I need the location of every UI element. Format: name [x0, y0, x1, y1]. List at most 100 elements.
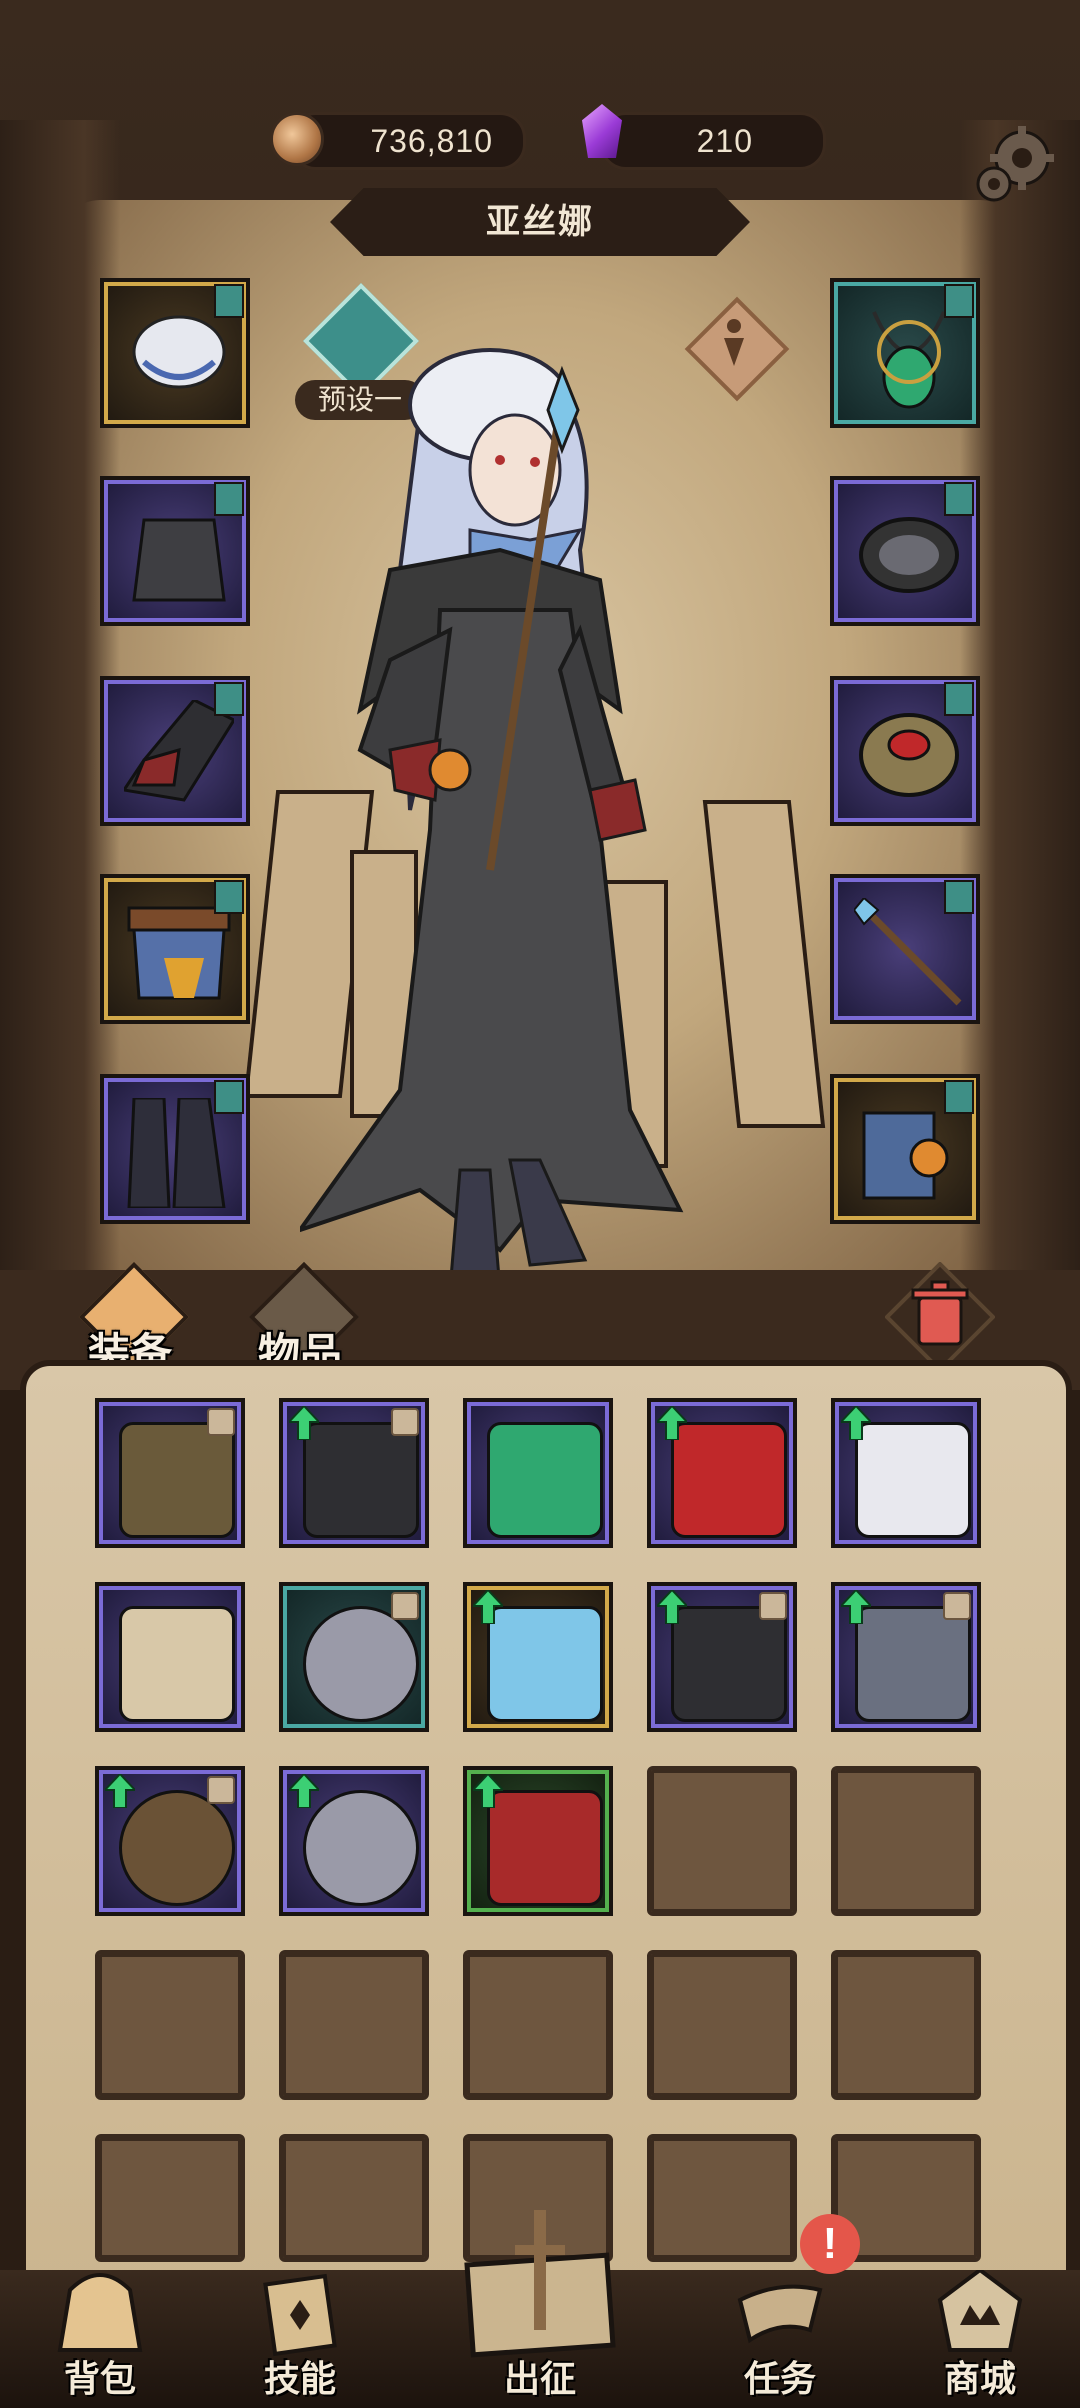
equipped-marker [214, 284, 244, 318]
staff-icon [854, 898, 962, 1006]
equipped-marker [944, 682, 974, 716]
upgrade-arrow-icon [289, 1774, 319, 1808]
nav-skills-label: 技能 [263, 2358, 336, 2399]
horn-icon [737, 2284, 823, 2344]
ruby-ring-icon [859, 713, 959, 797]
gem-amount: 210 [696, 123, 753, 159]
cloak-icon [132, 518, 226, 602]
character-name-banner[interactable]: 亚丝娜 [330, 188, 750, 256]
star-ring-icon [303, 1790, 419, 1906]
nav-expedition[interactable]: 出征 [430, 2200, 650, 2408]
inventory-empty-slot[interactable] [279, 1950, 429, 2100]
inventory-empty-slot[interactable] [647, 1766, 797, 1916]
lock-icon [207, 1776, 235, 1804]
nav-bag[interactable]: 背包 [20, 2270, 180, 2408]
ruby-necklace-icon [671, 1422, 787, 1538]
inventory-item[interactable] [463, 1582, 613, 1732]
nav-shop-label: 商城 [943, 2358, 1016, 2399]
inventory-item[interactable] [279, 1398, 429, 1548]
equipped-marker [944, 482, 974, 516]
lock-icon [391, 1408, 419, 1436]
equipped-marker [214, 1080, 244, 1114]
staff-icon [487, 1606, 603, 1722]
equip-slot-gloves[interactable] [100, 676, 250, 826]
tome-icon [119, 1422, 235, 1538]
character-portrait [300, 348, 684, 1292]
emerald-necklace-icon [872, 311, 946, 409]
equip-slot-ring-2[interactable] [830, 676, 980, 826]
inventory-item[interactable] [831, 1398, 981, 1548]
trash-icon[interactable] [885, 1262, 995, 1372]
inventory-item[interactable] [95, 1398, 245, 1548]
inventory-empty-slot[interactable] [831, 1950, 981, 2100]
inventory-empty-slot[interactable] [279, 2134, 429, 2262]
dark-ring-icon [859, 517, 959, 593]
lock-icon [943, 1592, 971, 1620]
sword-map-icon [464, 2210, 616, 2358]
nav-expedition-label: 出征 [503, 2358, 576, 2399]
copper-coin-icon [270, 112, 324, 166]
inventory-item[interactable] [95, 1766, 245, 1916]
equip-slot-armor[interactable] [100, 476, 250, 626]
upgrade-arrow-icon [657, 1590, 687, 1624]
equip-slot-belt[interactable] [100, 874, 250, 1024]
equipped-marker [214, 880, 244, 914]
nav-quests-label: 任务 [743, 2358, 816, 2399]
inventory-empty-slot[interactable] [463, 1950, 613, 2100]
upgrade-arrow-icon [841, 1590, 871, 1624]
inventory-empty-slot[interactable] [831, 1766, 981, 1916]
glove-icon [671, 1606, 787, 1722]
vest-icon [855, 1606, 971, 1722]
upgrade-arrow-icon [473, 1590, 503, 1624]
backpack-icon [57, 2273, 143, 2352]
nav-shop[interactable]: 商城 [900, 2270, 1060, 2408]
bronze-ring-icon [119, 1790, 235, 1906]
inventory-empty-slot[interactable] [647, 1950, 797, 2100]
quest-alert-badge: ! [800, 2214, 860, 2274]
red-robe-icon [487, 1790, 603, 1906]
crown-shop-icon [937, 2270, 1023, 2352]
inventory-item[interactable] [831, 1582, 981, 1732]
equipped-marker [214, 682, 244, 716]
upgrade-arrow-icon [473, 1774, 503, 1808]
equip-slot-weapon[interactable] [830, 874, 980, 1024]
equip-slot-hat[interactable] [100, 278, 250, 428]
equip-slot-necklace[interactable] [830, 278, 980, 428]
equipped-marker [214, 482, 244, 516]
nav-bag-label: 背包 [63, 2358, 136, 2399]
inventory-item[interactable] [463, 1766, 613, 1916]
equipped-marker [944, 1080, 974, 1114]
bonnet-icon [132, 315, 226, 389]
nav-skills[interactable]: 技能 [220, 2270, 380, 2408]
coin-counter: 736,810 [290, 112, 526, 170]
equipped-marker [944, 284, 974, 318]
inventory-item[interactable] [647, 1582, 797, 1732]
inventory-empty-slot[interactable] [95, 2134, 245, 2262]
equip-slot-offhand[interactable] [830, 1074, 980, 1224]
inventory-item[interactable] [647, 1398, 797, 1548]
upgrade-arrow-icon [105, 1774, 135, 1808]
upgrade-arrow-icon [841, 1406, 871, 1440]
inventory-empty-slot[interactable] [647, 2134, 797, 2262]
inventory-item[interactable] [279, 1582, 429, 1732]
equipped-marker [944, 880, 974, 914]
equip-slot-ring-1[interactable] [830, 476, 980, 626]
inventory-item[interactable] [279, 1766, 429, 1916]
upgrade-arrow-icon [289, 1406, 319, 1440]
spellbook-icon [862, 1111, 949, 1200]
lock-icon [391, 1592, 419, 1620]
inventory-item[interactable] [95, 1582, 245, 1732]
white-boots-icon [855, 1422, 971, 1538]
skirt-belt-icon [127, 906, 231, 1000]
coin-amount: 736,810 [370, 123, 493, 159]
lock-icon [759, 1592, 787, 1620]
settings-gear-icon[interactable] [970, 118, 1060, 208]
equip-slot-boots[interactable] [100, 1074, 250, 1224]
inventory-empty-slot[interactable] [95, 1950, 245, 2100]
glove-icon [124, 700, 234, 802]
nav-quests[interactable]: 任务 [700, 2270, 860, 2408]
scroll-cards-icon [119, 1606, 235, 1722]
inventory-item[interactable] [463, 1398, 613, 1548]
emerald-necklace-icon [487, 1422, 603, 1538]
glove-icon [303, 1422, 419, 1538]
